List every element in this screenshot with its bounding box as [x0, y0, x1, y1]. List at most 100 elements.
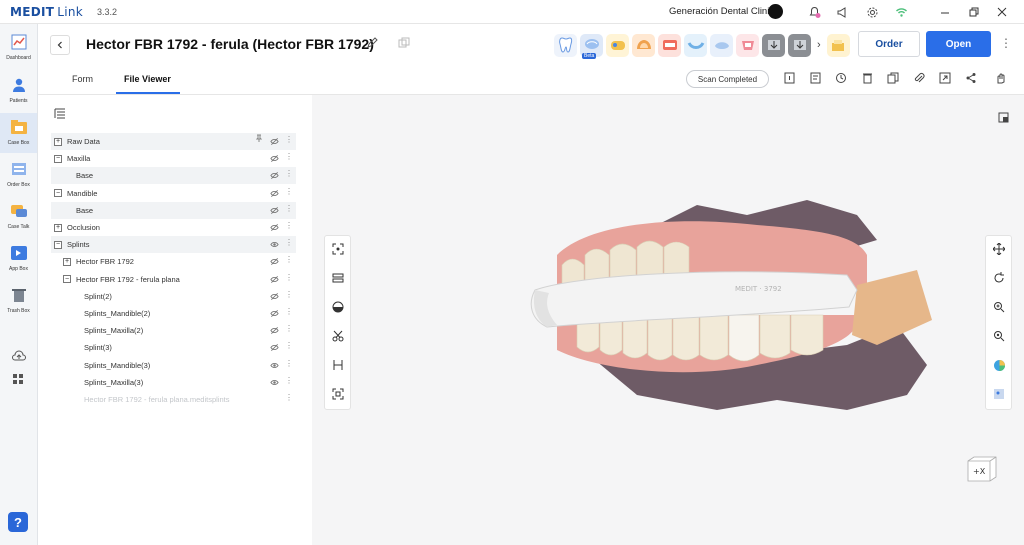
tooth-scan-app-icon[interactable]: [554, 33, 577, 57]
eye-hidden-icon[interactable]: [270, 309, 279, 318]
nav-case-box[interactable]: Case Box: [0, 113, 37, 153]
eye-visible-icon[interactable]: [270, 240, 279, 249]
tree-row[interactable]: − Mandible ⋮: [51, 185, 296, 202]
view-layout-icon[interactable]: [998, 112, 1009, 126]
expand-plus-icon[interactable]: +: [54, 223, 62, 232]
nav-apps-grid[interactable]: [0, 366, 37, 388]
occlusion-view-icon[interactable]: [331, 271, 345, 285]
row-menu-icon[interactable]: ⋮: [285, 204, 293, 213]
screenshot-icon[interactable]: [331, 387, 345, 401]
note-icon[interactable]: [808, 71, 822, 85]
gingiva-app-icon[interactable]: [736, 33, 759, 57]
tree-row[interactable]: − Hector FBR 1792 - ferula plana ⋮: [51, 271, 296, 288]
section-view-icon[interactable]: [331, 300, 345, 314]
nav-case-talk[interactable]: Case Talk: [0, 197, 37, 237]
expand-plus-icon[interactable]: +: [63, 257, 71, 266]
row-menu-icon[interactable]: ⋮: [285, 307, 293, 316]
collapse-minus-icon[interactable]: −: [63, 275, 71, 284]
eye-hidden-icon[interactable]: [270, 171, 279, 180]
tree-row[interactable]: Base ⋮: [51, 167, 296, 185]
eye-hidden-icon[interactable]: [270, 206, 279, 215]
eye-hidden-icon[interactable]: [270, 189, 279, 198]
row-menu-icon[interactable]: ⋮: [285, 221, 293, 230]
download-app-icon[interactable]: [788, 33, 811, 57]
minimize-icon[interactable]: [937, 4, 953, 20]
row-menu-icon[interactable]: ⋮: [285, 341, 293, 350]
smile-design-app-icon[interactable]: [658, 33, 681, 57]
scan-completed-button[interactable]: Scan Completed: [686, 70, 769, 88]
ortho-app-icon[interactable]: [606, 33, 629, 57]
eye-hidden-icon[interactable]: [270, 223, 279, 232]
color-map-icon[interactable]: [992, 358, 1006, 372]
nav-order-box[interactable]: Order Box: [0, 155, 37, 195]
row-menu-icon[interactable]: ⋮: [285, 238, 293, 247]
collapse-minus-icon[interactable]: −: [54, 240, 62, 249]
fit-view-icon[interactable]: [331, 242, 345, 256]
tree-list-icon[interactable]: [54, 108, 66, 122]
eye-hidden-icon[interactable]: [270, 343, 279, 352]
hand-pan-icon[interactable]: [994, 71, 1008, 85]
open-button[interactable]: Open: [926, 31, 991, 57]
scan-export-app-icon[interactable]: [762, 33, 785, 57]
row-menu-icon[interactable]: ⋮: [285, 187, 293, 196]
expand-plus-icon[interactable]: +: [54, 137, 62, 146]
tree-row[interactable]: Splints_Maxilla(2) ⋮: [51, 322, 296, 339]
export-icon[interactable]: [938, 71, 952, 85]
link-icon[interactable]: [398, 37, 410, 52]
row-menu-icon[interactable]: ⋮: [285, 359, 293, 368]
duplicate-icon[interactable]: [886, 71, 900, 85]
tab-file-viewer[interactable]: File Viewer: [124, 74, 171, 84]
megaphone-icon[interactable]: [834, 4, 850, 20]
row-menu-icon[interactable]: ⋮: [285, 169, 293, 178]
model-builder-app-icon[interactable]: [632, 33, 655, 57]
avatar[interactable]: [768, 4, 783, 19]
tree-row[interactable]: Base ⋮: [51, 201, 296, 219]
row-menu-icon[interactable]: ⋮: [285, 393, 293, 402]
nav-trash-box[interactable]: Trash Box: [0, 281, 37, 321]
splint-app-icon[interactable]: [684, 33, 707, 57]
crown-design-app-icon[interactable]: Beta: [580, 33, 603, 59]
nav-app-box[interactable]: App Box: [0, 239, 37, 279]
eye-hidden-icon[interactable]: [270, 137, 279, 146]
order-button[interactable]: Order: [858, 31, 920, 57]
pencil-edit-icon[interactable]: [366, 37, 378, 52]
share-icon[interactable]: [964, 71, 978, 85]
row-menu-icon[interactable]: ⋮: [285, 135, 293, 144]
dental-model-3d[interactable]: MEDIT · 3792: [517, 195, 937, 425]
orientation-cube[interactable]: +X: [966, 455, 998, 483]
nav-cloud-sync[interactable]: [0, 342, 37, 364]
close-window-icon[interactable]: [994, 4, 1010, 20]
eye-hidden-icon[interactable]: [270, 326, 279, 335]
eye-visible-icon[interactable]: [270, 378, 279, 387]
zoom-area-icon[interactable]: [992, 329, 1006, 343]
eye-hidden-icon[interactable]: [270, 275, 279, 284]
tree-row[interactable]: + Hector FBR 1792 ⋮: [51, 253, 296, 270]
restore-window-icon[interactable]: [966, 4, 982, 20]
row-menu-icon[interactable]: ⋮: [285, 152, 293, 161]
collapse-minus-icon[interactable]: −: [54, 189, 62, 198]
row-menu-icon[interactable]: ⋮: [285, 324, 293, 333]
eye-visible-icon[interactable]: [270, 361, 279, 370]
row-menu-icon[interactable]: ⋮: [285, 376, 293, 385]
rotate-icon[interactable]: [992, 271, 1006, 285]
3d-viewer[interactable]: MEDIT · 3792 +X: [312, 95, 1024, 545]
tree-row[interactable]: Splint(3) ⋮: [51, 339, 296, 356]
tree-row[interactable]: − Maxilla ⋮: [51, 150, 296, 167]
attachment-icon[interactable]: [912, 71, 926, 85]
eye-hidden-icon[interactable]: [270, 257, 279, 266]
eye-hidden-icon[interactable]: [270, 154, 279, 163]
eye-hidden-icon[interactable]: [270, 292, 279, 301]
more-options-icon[interactable]: ⋮: [1000, 36, 1012, 50]
denture-app-icon[interactable]: [710, 33, 733, 57]
wifi-connection-icon[interactable]: [893, 4, 909, 20]
pin-icon[interactable]: [255, 134, 263, 144]
chevron-right-icon[interactable]: ›: [817, 39, 821, 51]
tree-row[interactable]: Hector FBR 1792 - ferula plana.meditspli…: [51, 391, 296, 408]
zoom-in-icon[interactable]: [992, 300, 1006, 314]
clinic-name[interactable]: Generación Dental Clinic: [669, 6, 774, 17]
model-app-icon[interactable]: [826, 33, 850, 57]
collapse-minus-icon[interactable]: −: [54, 154, 62, 163]
tree-row[interactable]: Splints_Mandible(2) ⋮: [51, 305, 296, 322]
tree-row[interactable]: + Raw Data ⋮: [51, 133, 296, 150]
gear-icon[interactable]: [864, 4, 880, 20]
